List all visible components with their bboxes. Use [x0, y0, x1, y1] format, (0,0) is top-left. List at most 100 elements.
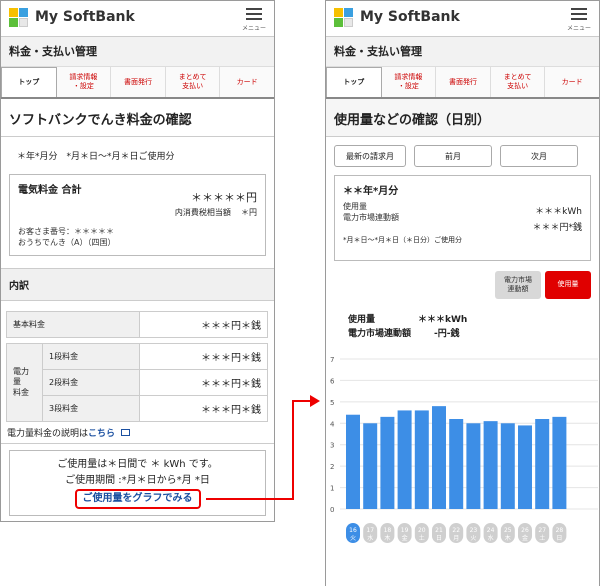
summary-usage-value: ＊＊＊kWh — [418, 315, 468, 325]
bill-total-amount: ＊＊＊＊＊円 — [191, 191, 257, 204]
x-tick-label: 26 — [521, 527, 529, 534]
weekday-label: 月 — [453, 535, 459, 542]
x-tick-label: 27 — [538, 527, 546, 534]
tab-card[interactable]: カード — [220, 67, 274, 97]
weekday-label: 金 — [522, 534, 528, 542]
prev-month-button[interactable]: 前月 — [414, 145, 492, 167]
y-tick-label: 2 — [330, 463, 334, 471]
market-linked-toggle[interactable]: 電力市場 連動額 — [495, 271, 541, 299]
bar — [380, 416, 395, 509]
usage-text: ご使用量は＊日間で ＊ kWh です。 — [57, 459, 218, 470]
app-header: My SoftBank メニュー — [326, 1, 599, 37]
x-tick-label: 25 — [504, 527, 512, 534]
softbank-logo-icon — [334, 8, 354, 28]
tier3-label: 3段料金 — [42, 395, 140, 422]
tier2-label: 2段料金 — [42, 369, 140, 396]
bar — [552, 416, 567, 509]
summary-linked-label: 電力市場連動額 — [348, 329, 412, 339]
next-month-button[interactable]: 次月 — [500, 145, 578, 167]
tab-documents[interactable]: 書面発行 — [436, 67, 491, 97]
explain-row: 電力量料金の説明はこちら — [1, 422, 274, 444]
tax-row: 内消費税相当額 ＊円 — [175, 207, 257, 218]
weekday-label: 土 — [419, 534, 425, 542]
weekday-label: 土 — [539, 534, 545, 542]
weekday-label: 金 — [402, 534, 408, 542]
table-row: 電力量 料金 1段料金 ＊＊＊円＊銭 — [6, 343, 268, 422]
bar — [414, 410, 429, 509]
latest-month-button[interactable]: 最新の請求月 — [334, 145, 406, 167]
x-tick-label: 21 — [435, 527, 443, 534]
x-tick-label: 24 — [487, 527, 495, 534]
y-tick-label: 6 — [330, 377, 335, 385]
bar — [346, 414, 360, 509]
tab-documents[interactable]: 書面発行 — [111, 67, 166, 97]
y-tick-label: 1 — [330, 485, 334, 493]
tab-bar: トップ 請求情報 ・設定 書面発行 まとめて 支払い カード — [326, 67, 599, 99]
view-graph-link[interactable]: ご使用量をグラフでみる — [74, 489, 201, 509]
basic-fee-label: 基本料金 — [6, 311, 140, 338]
weekday-label: 木 — [384, 534, 390, 542]
weekday-label: 水 — [367, 534, 373, 542]
daily-usage-chart: 7 6 5 4 3 2 1 0 16 火 17 水 18 木 19 金 20 土 21 日 22 月 23 火 24 水 25 木 26… — [326, 351, 599, 561]
bill-summary-card: 電気料金 合計 ＊＊＊＊＊円 内消費税相当額 ＊円 お客さま番号：＊＊＊＊＊ お… — [9, 174, 266, 256]
menu-button[interactable]: メニュー — [242, 5, 266, 32]
arrow-head-icon — [310, 395, 320, 407]
tab-bulk-pay[interactable]: まとめて 支払い — [166, 67, 221, 97]
explain-text: 電力量料金の説明は — [7, 429, 89, 439]
tier2-value: ＊＊＊円＊銭 — [139, 369, 268, 396]
app-title: My SoftBank — [35, 9, 135, 25]
month-navigation: 最新の請求月 前月 次月 — [334, 145, 591, 167]
x-tick-label: 22 — [452, 527, 460, 534]
x-tick-label: 17 — [366, 527, 374, 534]
y-tick-label: 5 — [330, 399, 334, 407]
menu-button[interactable]: メニュー — [567, 5, 591, 32]
plan-name: おうちでんき（A）（四国） — [18, 238, 116, 247]
usage-screen: My SoftBank メニュー 料金・支払い管理 トップ 請求情報 ・設定 書… — [325, 0, 600, 586]
billing-period: ＊年*月分 *月＊日～*月＊日ご使用分 — [17, 152, 175, 162]
energy-fee-label: 電力量 料金 — [6, 343, 43, 422]
x-tick-label: 28 — [556, 527, 564, 534]
tab-billing-info[interactable]: 請求情報 ・設定 — [57, 67, 112, 97]
menu-label: メニュー — [567, 25, 592, 32]
breakdown-table: 基本料金 ＊＊＊円＊銭 電力量 料金 1段料金 ＊＊＊円＊銭 2段料金 ＊＊＊円… — [6, 311, 268, 422]
tab-billing-info[interactable]: 請求情報 ・設定 — [382, 67, 437, 97]
tax-label: 内消費税相当額 — [174, 208, 231, 217]
hamburger-icon — [246, 8, 262, 10]
app-title: My SoftBank — [360, 9, 460, 25]
weekday-label: 木 — [505, 534, 511, 542]
month-label: ＊＊年*月分 — [343, 186, 399, 197]
chart-svg: 7654321016火17水18木19金20土21日22月23火24水25木26… — [330, 356, 598, 543]
tab-top[interactable]: トップ — [1, 67, 57, 97]
usage-range: *月＊日～*月＊日（＊日分）ご使用分 — [343, 236, 462, 244]
connector-arrow — [206, 498, 294, 500]
external-window-icon — [120, 429, 130, 436]
usage-period: ご使用期間 :*月＊日から*月 *日 — [65, 475, 210, 486]
usage-toggle[interactable]: 使用量 — [545, 271, 591, 299]
tier3-value: ＊＊＊円＊銭 — [139, 395, 268, 422]
softbank-logo-icon — [9, 8, 29, 28]
bar — [500, 423, 515, 509]
table-row: 2段料金 ＊＊＊円＊銭 — [7, 369, 268, 396]
connector-arrow — [292, 400, 294, 500]
x-tick-label: 23 — [470, 527, 478, 534]
tier1-label: 1段料金 — [42, 343, 140, 370]
menu-label: メニュー — [242, 25, 267, 32]
month-summary-card: ＊＊年*月分 使用量 ＊＊＊kWh 電力市場連動額 ＊＊＊円*銭 *月＊日～*月… — [334, 175, 591, 261]
explain-link[interactable]: こちら — [88, 429, 115, 439]
tax-value: ＊円 — [241, 208, 257, 217]
x-tick-label: 19 — [401, 527, 409, 534]
billing-screen: My SoftBank メニュー 料金・支払い管理 トップ 請求情報 ・設定 書… — [0, 0, 275, 522]
app-header: My SoftBank メニュー — [1, 1, 274, 37]
tab-bulk-pay[interactable]: まとめて 支払い — [491, 67, 546, 97]
y-tick-label: 4 — [330, 420, 335, 428]
summary-linked-value: -円-銭 — [434, 329, 460, 339]
x-tick-label: 18 — [384, 527, 392, 534]
tab-card[interactable]: カード — [545, 67, 599, 97]
page-title: 使用量などの確認（日別） — [326, 99, 599, 137]
tab-top[interactable]: トップ — [326, 67, 382, 97]
breakdown-title: 内訳 — [1, 268, 274, 301]
bar — [363, 423, 378, 509]
summary-usage-label: 使用量 — [348, 315, 376, 325]
linked-value: ＊＊＊円*銭 — [532, 223, 582, 233]
bar — [518, 425, 532, 509]
